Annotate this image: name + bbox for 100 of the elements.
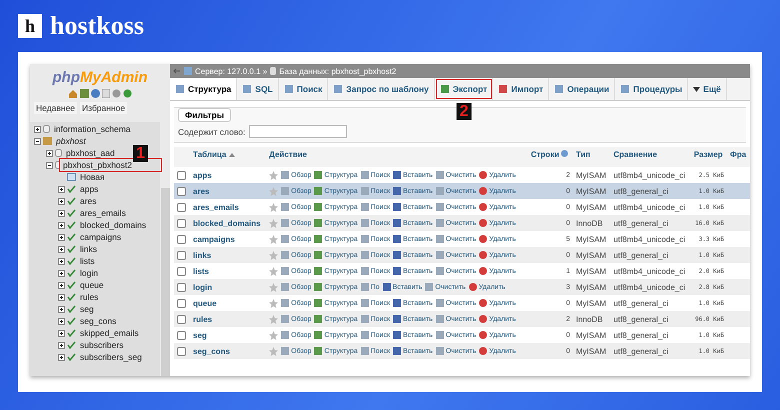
expand-icon[interactable] [58,306,65,312]
table-name-link[interactable]: links [193,250,212,260]
checkbox[interactable] [177,170,186,180]
star-icon[interactable] [269,314,278,324]
column-header[interactable]: Таблица [193,150,226,159]
checkbox[interactable] [177,202,186,212]
star-icon[interactable] [269,298,278,308]
expand-icon[interactable] [58,186,65,192]
tree-item[interactable]: skipped_emails [78,328,141,338]
expand-icon[interactable] [58,246,65,252]
checkbox[interactable] [177,218,186,228]
filter-label: Содержит слово: [178,126,246,136]
back-arrow-icon[interactable] [173,67,181,75]
expand-icon[interactable] [34,126,41,132]
table-name-link[interactable]: apps [193,170,212,180]
star-icon[interactable] [269,346,278,356]
expand-icon[interactable] [58,270,65,276]
star-icon[interactable] [269,282,278,292]
expand-icon[interactable] [58,234,65,240]
column-header[interactable]: Тип [576,150,590,159]
expand-icon[interactable] [58,222,65,228]
tree-item[interactable]: links [78,244,100,254]
table-cell: utf8mb4_unicode_ci [610,231,691,247]
tab[interactable]: Ещё [688,78,727,100]
tab[interactable]: SQL [237,78,279,100]
expand-icon[interactable] [58,318,65,324]
star-icon[interactable] [269,330,278,340]
collapse-icon[interactable] [34,138,41,144]
tree-item[interactable]: subscribers [78,340,126,350]
tree-item[interactable]: ares_emails [78,208,128,218]
table-cell: InnoDB [573,311,611,327]
table-name-link[interactable]: lists [193,266,210,276]
tab[interactable]: Процедуры [615,78,688,100]
tree-item[interactable]: ares [78,196,99,206]
table-name-link[interactable]: campaigns [193,234,235,244]
tree-item[interactable]: login [78,268,100,278]
table-cell: utf8_general_ci [610,295,691,311]
expand-icon[interactable] [58,354,65,360]
home-icon[interactable] [68,89,78,98]
expand-icon[interactable] [58,294,65,300]
star-icon[interactable] [269,170,278,180]
table-cell: InnoDB [573,215,611,231]
checkbox[interactable] [177,282,186,292]
step-number: 2 [456,103,472,120]
star-icon[interactable] [269,234,278,244]
checkbox[interactable] [177,186,186,196]
tree-item[interactable]: rules [78,292,100,302]
tree-item[interactable]: lists [78,256,97,266]
table-name-link[interactable]: login [193,282,212,292]
expand-icon[interactable] [46,150,53,156]
table-name-link[interactable]: queue [193,298,217,308]
star-icon[interactable] [269,266,278,276]
tab[interactable]: Экспорт [434,78,494,100]
sort-arrow-icon[interactable] [228,153,235,157]
tree-item[interactable]: information_schema [52,124,133,134]
expand-icon[interactable] [58,342,65,348]
tree-item[interactable]: Новая [78,172,107,182]
table-name-link[interactable]: ares [193,186,210,196]
tree-item[interactable]: seg_cons [78,316,118,326]
table-name-link[interactable]: rules [193,314,212,324]
tree-item[interactable]: campaigns [78,232,124,242]
star-icon[interactable] [269,250,278,260]
tab[interactable]: Импорт [493,78,550,100]
expand-icon[interactable] [58,210,65,216]
tab[interactable]: Операции [549,78,616,100]
star-icon[interactable] [269,202,278,212]
step-number: 1 [133,145,148,162]
checkbox[interactable] [177,250,186,260]
tree-item[interactable]: pbxhost_pbxhost2 [61,160,160,170]
checkbox[interactable] [177,298,186,308]
expand-icon[interactable] [58,282,65,288]
expand-icon[interactable] [58,198,65,204]
phpmyadmin-logo: phpMyAdmin [52,68,148,86]
checkbox[interactable] [177,234,186,244]
tree-item[interactable]: seg [78,304,96,314]
tree-item[interactable]: blocked_domains [78,220,148,230]
tree-item[interactable]: subscribers_seg [78,352,144,362]
table-name-link[interactable]: ares_emails [193,202,239,212]
star-icon[interactable] [269,218,278,228]
tree-item[interactable]: apps [78,184,100,194]
star-icon[interactable] [269,186,278,196]
collapse-icon[interactable] [46,162,53,168]
tab[interactable]: Поиск [278,78,328,100]
filter-input[interactable] [249,125,348,138]
navigation-tab[interactable]: Недавнее [34,102,78,114]
tab[interactable]: Структура [170,78,238,100]
tree-item[interactable]: pbxhost [54,136,88,146]
checkbox[interactable] [177,346,186,356]
expand-icon[interactable] [58,258,65,264]
tree-item[interactable]: pbxhost_aad [64,148,117,158]
expand-icon[interactable] [58,330,65,336]
checkbox[interactable] [177,314,186,324]
tree-item[interactable]: queue [78,280,106,290]
column-header: Действие [269,150,307,159]
table-name-link[interactable]: seg [193,330,207,340]
scrollbar[interactable] [161,188,170,376]
checkbox[interactable] [177,266,186,276]
tab[interactable]: Запрос по шаблону [328,78,435,100]
navigation-tab[interactable]: Избранное [80,102,128,114]
checkbox[interactable] [177,330,186,340]
